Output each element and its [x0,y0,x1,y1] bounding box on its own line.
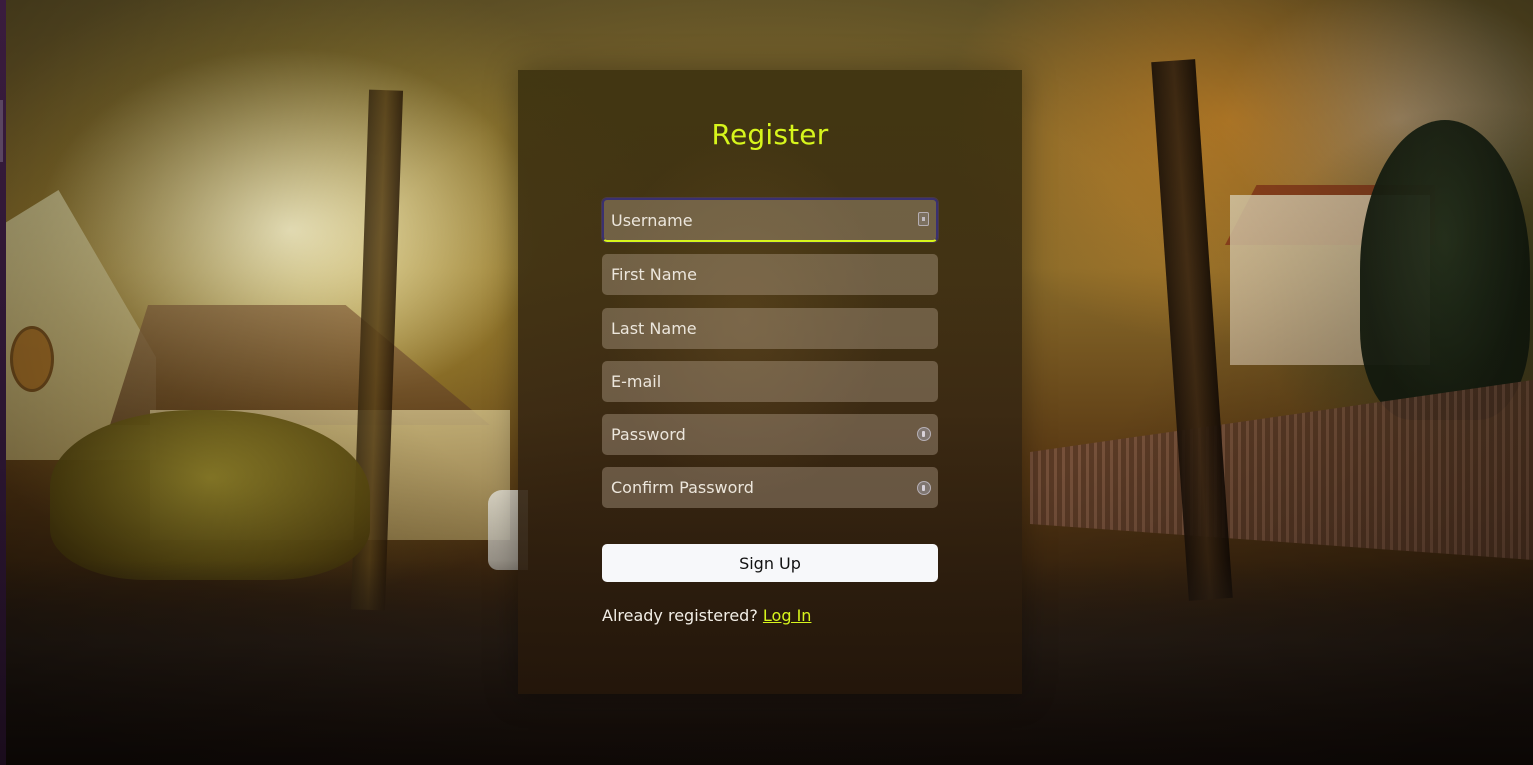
login-prompt: Already registered? Log In [602,606,811,625]
last-name-input[interactable] [602,308,938,349]
register-form: Register Sign Up Already registered? Log… [518,70,1022,694]
login-prompt-text: Already registered? [602,606,758,625]
password-input[interactable] [602,414,938,455]
username-input[interactable] [602,198,938,242]
browser-edge [0,0,6,765]
log-in-link[interactable]: Log In [763,606,812,625]
confirm-password-input[interactable] [602,467,938,508]
id-card-icon [918,212,929,226]
page: Register Sign Up Already registered? Log… [0,0,1533,765]
key-icon[interactable] [917,427,931,441]
sign-up-button[interactable]: Sign Up [602,544,938,582]
key-icon[interactable] [917,481,931,495]
form-title: Register [711,118,829,151]
first-name-input[interactable] [602,254,938,295]
email-input[interactable] [602,361,938,402]
